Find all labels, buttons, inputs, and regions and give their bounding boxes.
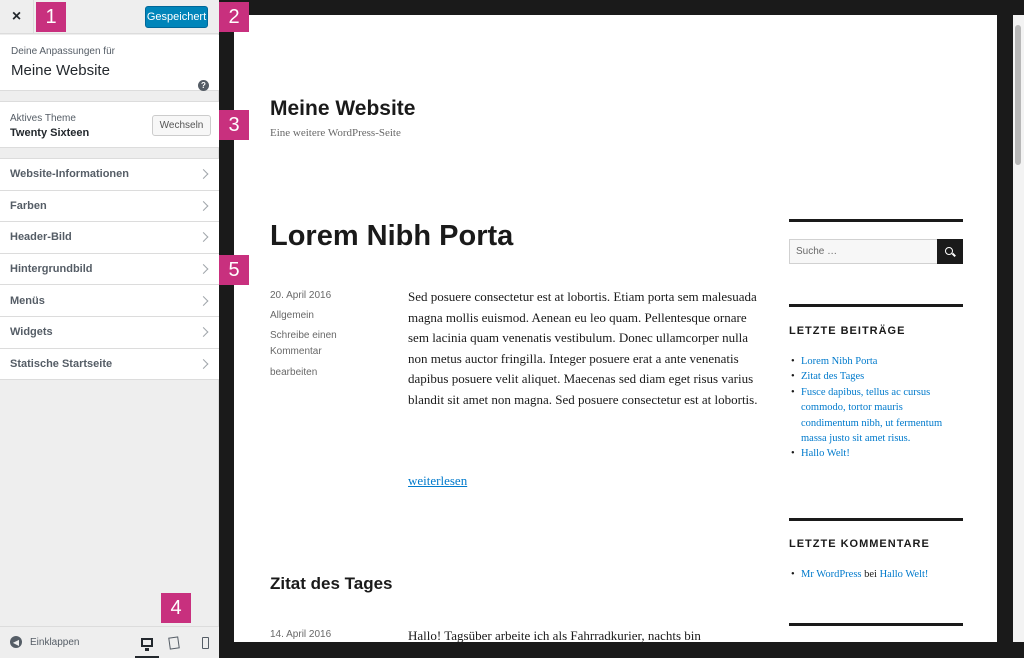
marker-5: 5 (219, 255, 249, 285)
panel-label: Hintergrundbild (10, 263, 93, 276)
recent-post-link[interactable]: Zitat des Tages (801, 371, 864, 382)
comment-post-link[interactable]: Hallo Welt! (880, 569, 929, 580)
tablet-icon (168, 636, 180, 650)
post-category[interactable]: Allgemein (270, 308, 314, 324)
panel-website-info[interactable]: Website-Informationen (0, 159, 219, 191)
panel-colors[interactable]: Farben (0, 191, 219, 223)
comment-author-link[interactable]: Mr WordPress (801, 569, 862, 580)
chevron-right-icon (198, 232, 209, 243)
widget-divider (789, 304, 963, 307)
post-date[interactable]: 14. April 2016 (270, 627, 331, 642)
collapse-arrow-icon: ◀ (10, 636, 22, 648)
post-excerpt: Sed posuere consectetur est at lobortis.… (408, 289, 758, 407)
post-excerpt: Hallo! Tagsüber arbeite ich als Fahrradk… (408, 628, 701, 642)
customizer-topbar: × Gespeichert (0, 0, 219, 34)
active-theme-section: Aktives Theme Twenty Sixteen Wechseln (0, 101, 219, 148)
list-item: Hallo Welt! (789, 446, 963, 462)
mobile-preview-button[interactable] (196, 634, 214, 652)
customizer-sidebar: × Gespeichert Deine Anpassungen für Mein… (0, 0, 219, 658)
desktop-icon (141, 637, 153, 651)
save-button[interactable]: Gespeichert (145, 6, 208, 28)
search-button[interactable] (937, 239, 963, 264)
list-item: Zitat des Tages (789, 369, 963, 385)
list-item: Fusce dapibus, tellus ac cursus commodo,… (789, 385, 963, 447)
site-preview: Meine Website Eine weitere WordPress-Sei… (234, 15, 997, 642)
panel-label: Statische Startseite (10, 357, 113, 370)
info-title: Meine Website (11, 62, 110, 79)
read-more-link[interactable]: weiterlesen (408, 473, 467, 489)
preview-scrollbar[interactable] (1013, 15, 1024, 642)
customizer-info: Deine Anpassungen für Meine Website ? (0, 35, 219, 91)
widget-title-recent-comments: LETZTE KOMMENTARE (789, 538, 930, 550)
panel-background-image[interactable]: Hintergrundbild (0, 254, 219, 286)
customizer-panel-list: Website-Informationen Farben Header-Bild… (0, 158, 219, 381)
search-input[interactable]: Suche … (789, 239, 937, 264)
panel-widgets[interactable]: Widgets (0, 317, 219, 349)
list-item: Lorem Nibh Porta (789, 354, 963, 370)
active-theme-name: Twenty Sixteen (10, 127, 90, 139)
tablet-preview-button[interactable] (165, 634, 183, 652)
panel-menus[interactable]: Menüs (0, 285, 219, 317)
panel-label: Farben (10, 199, 47, 212)
marker-3: 3 (219, 110, 249, 140)
recent-posts-list: Lorem Nibh Porta Zitat des Tages Fusce d… (789, 354, 963, 462)
post-title[interactable]: Zitat des Tages (270, 574, 393, 594)
widget-divider (789, 219, 963, 222)
list-item: Mr WordPress bei Hallo Welt! (789, 567, 963, 583)
scrollbar-thumb[interactable] (1015, 25, 1021, 165)
panel-header-image[interactable]: Header-Bild (0, 222, 219, 254)
panel-static-front-page[interactable]: Statische Startseite (0, 349, 219, 381)
chevron-right-icon (198, 358, 209, 369)
recent-post-link[interactable]: Lorem Nibh Porta (801, 356, 877, 367)
recent-comments-list: Mr WordPress bei Hallo Welt! (789, 567, 963, 583)
widget-divider (789, 623, 963, 626)
chevron-right-icon (198, 264, 209, 275)
marker-4: 4 (161, 593, 191, 623)
panel-label: Widgets (10, 326, 53, 339)
collapse-button[interactable]: ◀ Einklappen (10, 636, 79, 648)
comment-connector: bei (864, 569, 877, 580)
search-icon (945, 246, 953, 255)
post-title[interactable]: Lorem Nibh Porta (270, 220, 513, 253)
post-comment-link[interactable]: Schreibe einen Kommentar (270, 328, 350, 360)
widget-divider (789, 518, 963, 521)
info-label: Deine Anpassungen für (11, 46, 115, 57)
desktop-preview-button[interactable] (135, 634, 159, 658)
panel-label: Menüs (10, 294, 45, 307)
chevron-right-icon (198, 327, 209, 338)
post-edit-link[interactable]: bearbeiten (270, 365, 317, 381)
chevron-right-icon (198, 200, 209, 211)
recent-post-link[interactable]: Fusce dapibus, tellus ac cursus commodo,… (801, 387, 942, 444)
change-theme-button[interactable]: Wechseln (152, 115, 211, 136)
chevron-right-icon (198, 295, 209, 306)
site-tagline: Eine weitere WordPress-Seite (270, 127, 401, 139)
help-icon[interactable]: ? (198, 80, 209, 91)
close-icon[interactable]: × (0, 0, 34, 34)
panel-label: Website-Informationen (10, 168, 129, 181)
recent-post-link[interactable]: Hallo Welt! (801, 448, 850, 459)
panel-label: Header-Bild (10, 231, 72, 244)
marker-1: 1 (36, 2, 66, 32)
chevron-right-icon (198, 169, 209, 180)
widget-title-recent-posts: LETZTE BEITRÄGE (789, 325, 906, 337)
post-date[interactable]: 20. April 2016 (270, 288, 331, 304)
site-title[interactable]: Meine Website (270, 97, 415, 121)
marker-2: 2 (219, 2, 249, 32)
active-theme-label: Aktives Theme (10, 113, 76, 124)
customizer-footer: ◀ Einklappen (0, 626, 219, 658)
mobile-icon (201, 637, 209, 649)
collapse-label: Einklappen (30, 636, 80, 648)
